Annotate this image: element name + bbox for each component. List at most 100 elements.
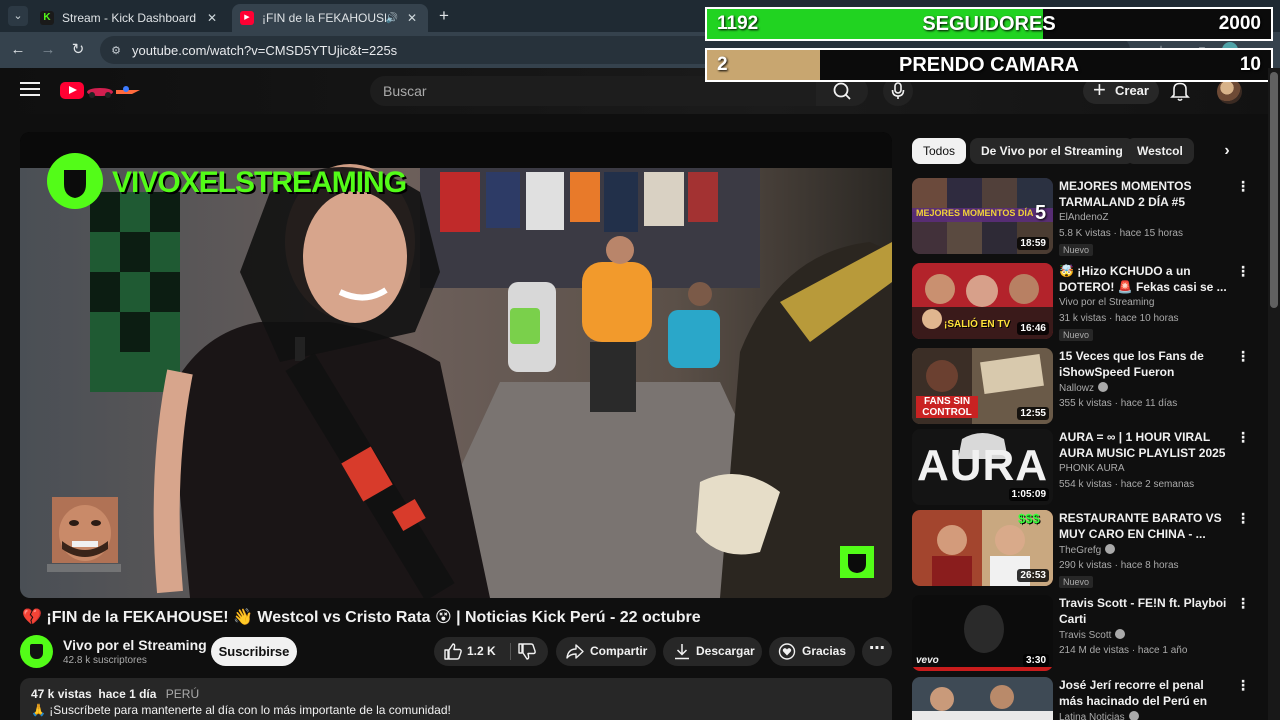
like-divider	[510, 643, 511, 660]
forward-arrow-icon[interactable]: →	[38, 40, 58, 60]
video-thumbnail[interactable]: MEJORES MOMENTOS DÍA 5 18:59	[912, 178, 1053, 254]
recommendation-channel[interactable]: Vivo por el Streaming	[1059, 297, 1154, 308]
subscribe-button[interactable]: Suscribirse	[211, 637, 297, 666]
recommendation-item[interactable]: José Jerí recorre el penal más hacinado …	[912, 677, 1257, 720]
download-button[interactable]: Descargar	[663, 637, 762, 666]
video-thumbnail[interactable]: $$$ 26:53	[912, 510, 1053, 586]
recommendation-channel-row: Nallowz	[1059, 382, 1109, 394]
new-badge: Nuevo	[1059, 329, 1094, 341]
video-thumbnail[interactable]: FANS SIN CONTROL 12:55	[912, 348, 1053, 424]
recommendation-channel[interactable]: Nallowz	[1059, 383, 1094, 394]
recommendation-title[interactable]: 15 Veces que los Fans de iShowSpeed Fuer…	[1059, 348, 1231, 380]
new-badge: Nuevo	[1059, 244, 1094, 256]
channel-name[interactable]: Vivo por el Streaming	[63, 637, 207, 653]
thanks-button[interactable]: Gracias	[769, 637, 855, 666]
chip-channel[interactable]: De Vivo por el Streaming	[970, 138, 1134, 164]
followers-target: 2000	[1218, 13, 1261, 34]
share-button[interactable]: Compartir	[556, 637, 656, 666]
more-options-icon[interactable]: ⋮	[1236, 678, 1250, 692]
share-label: Compartir	[590, 644, 648, 658]
thumbnail-text: AURA	[916, 441, 1049, 490]
thumbnail-image	[912, 677, 1053, 720]
recommendation-item[interactable]: AURA 1:05:09 AURA = ∞ | 1 HOUR VIRAL AUR…	[912, 429, 1257, 505]
thumbnail-text: MEJORES MOMENTOS DÍA	[916, 208, 1034, 218]
webcam-overlay	[52, 497, 118, 563]
thumbnail-text: ¡SALIÓ EN TV	[944, 319, 1011, 330]
thumbnail-digit: 5	[1035, 202, 1047, 224]
recommendation-meta: 355 k vistas · hace 11 días	[1059, 398, 1178, 409]
recommendation-channel[interactable]: TheGrefg	[1059, 545, 1101, 556]
like-icon[interactable]	[444, 643, 462, 660]
recommendation-title[interactable]: MEJORES MOMENTOS TARMALAND 2 DÍA #5	[1059, 178, 1231, 210]
recommendation-item[interactable]: FANS SIN CONTROL 12:55 15 Veces que los …	[912, 348, 1257, 424]
recommendation-channel[interactable]: Latina Noticias	[1059, 712, 1125, 720]
more-actions-icon[interactable]: ⋯	[862, 637, 892, 666]
more-options-icon[interactable]: ⋮	[1236, 430, 1250, 444]
video-thumbnail[interactable]: AURA 1:05:09	[912, 429, 1053, 505]
back-arrow-icon[interactable]: ←	[8, 40, 28, 60]
verified-badge-icon	[1128, 711, 1139, 720]
kick-icon: K	[40, 11, 54, 25]
thumbnail-text: $$$	[1018, 511, 1040, 526]
recommendation-item[interactable]: ¡SALIÓ EN TV 16:46 🤯 ¡Hizo KCHUDO a un D…	[912, 263, 1257, 343]
recommendation-channel[interactable]: PHONK AURA	[1059, 463, 1125, 474]
more-options-icon[interactable]: ⋮	[1236, 596, 1250, 610]
close-tab-icon[interactable]: ✕	[404, 11, 420, 25]
download-label: Descargar	[696, 644, 755, 658]
recommendation-title[interactable]: José Jerí recorre el penal más hacinado …	[1059, 677, 1231, 709]
new-badge: Nuevo	[1059, 576, 1094, 588]
page-scrollbar-thumb[interactable]	[1270, 72, 1278, 308]
description-box[interactable]: 47 k vistas hace 1 día PERÚ 🙏 ¡Suscríbet…	[20, 678, 892, 720]
chip-westcol[interactable]: Westcol	[1126, 138, 1194, 164]
camera-target: 10	[1239, 54, 1261, 75]
description-text: 🙏 ¡Suscríbete para mantenerte al día con…	[31, 703, 451, 717]
recommendation-title[interactable]: AURA = ∞ | 1 HOUR VIRAL AURA MUSIC PLAYL…	[1059, 429, 1231, 461]
tab-kick-dashboard[interactable]: K Stream - Kick Dashboard ✕	[32, 4, 228, 32]
more-options-icon[interactable]: ⋮	[1236, 179, 1250, 193]
youtube-logo-icon[interactable]	[60, 82, 84, 99]
video-title: 💔 ¡FIN de la FEKAHOUSE! 👋 Westcol vs Cri…	[22, 609, 701, 626]
close-tab-icon[interactable]: ✕	[204, 11, 220, 25]
recommendation-channel[interactable]: Travis Scott	[1059, 630, 1111, 641]
recommendation-meta: 554 k vistas · hace 2 semanas	[1059, 479, 1195, 490]
verified-badge-icon	[1098, 382, 1109, 392]
chevron-right-icon[interactable]: ›	[1216, 140, 1238, 162]
more-options-icon[interactable]: ⋮	[1236, 264, 1250, 278]
notifications-bell-icon[interactable]	[1170, 80, 1190, 102]
site-info-icon[interactable]: ⚙	[108, 44, 124, 57]
more-options-icon[interactable]: ⋮	[1236, 349, 1250, 363]
recommendation-meta: 31 k vistas · hace 10 horas	[1059, 313, 1179, 324]
country-tag[interactable]: PERÚ	[166, 687, 199, 701]
channel-avatar[interactable]	[20, 635, 53, 668]
webcam-caption	[47, 564, 121, 572]
more-options-icon[interactable]: ⋮	[1236, 511, 1250, 525]
view-count: 47 k vistas	[31, 687, 92, 701]
video-duration: 1:05:09	[1008, 488, 1049, 501]
recommendation-title[interactable]: RESTAURANTE BARATO VS MUY CARO EN CHINA …	[1059, 510, 1231, 542]
thumbnail-text: FANS SIN CONTROL	[916, 396, 978, 418]
youtube-doodle-icon[interactable]	[86, 84, 142, 98]
dislike-icon[interactable]	[518, 643, 536, 660]
like-dislike-group: 1.2 K	[434, 637, 548, 666]
tab-search-menu-button[interactable]: ⌄	[8, 6, 28, 26]
new-tab-button[interactable]: +	[434, 6, 454, 26]
recommendation-item[interactable]: $$$ 26:53 RESTAURANTE BARATO VS MUY CARO…	[912, 510, 1257, 590]
video-thumbnail[interactable]	[912, 677, 1053, 720]
tab-youtube-video[interactable]: ▶ ¡FIN de la FEKAHOUSE! 🔊 ✕	[232, 4, 428, 32]
speaker-icon[interactable]: 🔊	[386, 13, 398, 24]
hamburger-menu-icon[interactable]	[20, 82, 40, 100]
video-thumbnail[interactable]: vevo 3:30	[912, 595, 1053, 671]
recommendation-item[interactable]: vevo 3:30 Travis Scott - FE!N ft. Playbo…	[912, 595, 1257, 671]
recommendation-item[interactable]: MEJORES MOMENTOS DÍA 5 18:59 MEJORES MOM…	[912, 178, 1257, 258]
chip-todos[interactable]: Todos	[912, 138, 967, 164]
like-count[interactable]: 1.2 K	[467, 637, 496, 666]
recommendation-title[interactable]: 🤯 ¡Hizo KCHUDO a un DOTERO! 🚨 Fekas casi…	[1059, 263, 1231, 295]
account-avatar[interactable]	[1217, 79, 1242, 104]
video-frame	[20, 132, 892, 598]
video-thumbnail[interactable]: ¡SALIÓ EN TV 16:46	[912, 263, 1053, 339]
recommendation-title[interactable]: Travis Scott - FE!N ft. Playboi Carti	[1059, 595, 1231, 627]
recommendation-channel[interactable]: ElAndenoZ	[1059, 212, 1108, 223]
video-duration: 16:46	[1017, 322, 1049, 335]
reload-icon[interactable]: ↻	[68, 40, 88, 60]
video-player[interactable]: VIVOXELSTREAMING	[20, 132, 892, 598]
